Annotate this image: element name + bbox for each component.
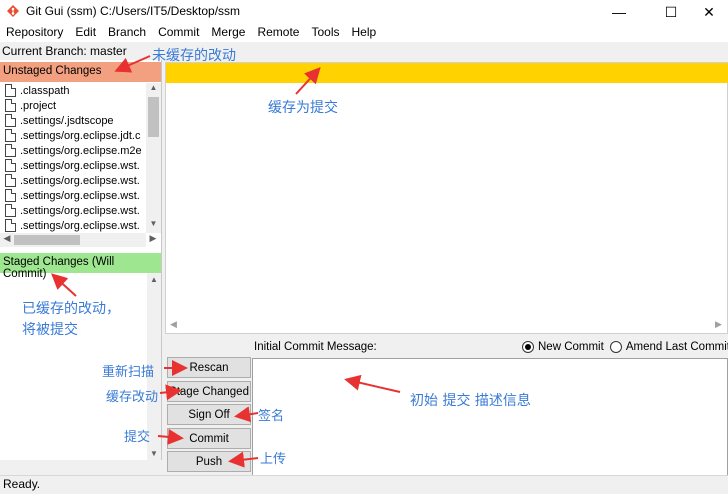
file-icon[interactable] xyxy=(5,99,16,112)
scroll-up-arrow-icon[interactable]: ▲ xyxy=(147,275,161,284)
scroll-down-arrow-icon[interactable]: ▼ xyxy=(147,449,161,458)
file-icon[interactable] xyxy=(5,144,16,157)
unstaged-vertical-scrollbar[interactable]: ▲ ▼ xyxy=(146,83,161,233)
close-button[interactable]: ✕ xyxy=(686,0,728,24)
file-name: .settings/org.eclipse.m2e xyxy=(20,144,142,157)
scroll-left-arrow-icon[interactable]: ◀ xyxy=(170,319,177,330)
file-name: .classpath xyxy=(20,84,70,97)
menu-merge[interactable]: Merge xyxy=(205,24,251,42)
commit-message-label: Initial Commit Message: xyxy=(254,341,377,353)
diff-header-bar xyxy=(166,63,728,83)
amend-last-commit-label[interactable]: Amend Last Commit xyxy=(626,341,728,353)
annotation-message: 初始 提交 描述信息 xyxy=(410,393,531,409)
file-icon[interactable] xyxy=(5,189,16,202)
file-name: .project xyxy=(20,99,57,112)
annotation-unstaged: 未缓存的改动 xyxy=(152,48,236,64)
new-commit-radio[interactable] xyxy=(522,341,534,353)
scrollbar-thumb[interactable] xyxy=(148,97,159,137)
unstaged-file-list: .classpath .project .settings/.jsdtscope… xyxy=(2,83,146,233)
file-row[interactable]: .project xyxy=(2,98,146,113)
new-commit-label[interactable]: New Commit xyxy=(538,341,604,353)
file-icon[interactable] xyxy=(5,114,16,127)
file-row[interactable]: .settings/org.eclipse.m2e xyxy=(2,143,146,158)
scroll-up-arrow-icon[interactable]: ▲ xyxy=(146,83,161,97)
unstaged-changes-header: Unstaged Changes xyxy=(0,62,161,82)
annotation-rescan: 重新扫描 xyxy=(102,365,155,380)
annotation-diff: 缓存为提交 xyxy=(268,100,338,116)
commit-message-input[interactable] xyxy=(252,358,728,476)
scrollbar-thumb[interactable] xyxy=(14,235,80,245)
diff-horizontal-scrollbar[interactable]: ◀ ▶ xyxy=(165,319,728,333)
file-name: .settings/org.eclipse.jdt.c xyxy=(20,129,141,142)
file-name: .settings/org.eclipse.wst. xyxy=(20,204,140,217)
sign-off-button[interactable]: Sign Off xyxy=(167,404,251,425)
amend-last-commit-radio[interactable] xyxy=(609,341,622,353)
file-row[interactable]: .settings/org.eclipse.wst. xyxy=(2,158,146,173)
menu-remote[interactable]: Remote xyxy=(251,24,305,42)
status-divider xyxy=(0,475,728,476)
menu-commit[interactable]: Commit xyxy=(152,24,205,42)
scroll-left-arrow-icon[interactable]: ◀ xyxy=(0,233,14,247)
staged-changes-header: Staged Changes (Will Commit) xyxy=(0,253,161,280)
annotation-staged-line2: 将被提交 xyxy=(22,322,78,338)
file-name: .settings/org.eclipse.wst. xyxy=(20,189,140,202)
menu-help[interactable]: Help xyxy=(345,24,382,42)
annotation-stage-changed: 缓存改动 xyxy=(106,390,159,405)
minimize-button[interactable]: — xyxy=(596,0,642,24)
file-row[interactable]: .settings/org.eclipse.wst. xyxy=(2,218,146,233)
file-icon[interactable] xyxy=(5,204,16,217)
status-bar-text: Ready. xyxy=(3,477,41,491)
git-gui-app-icon xyxy=(7,5,19,17)
file-row[interactable]: .settings/org.eclipse.wst. xyxy=(2,203,146,218)
scroll-right-arrow-icon[interactable]: ▶ xyxy=(715,319,722,330)
file-row[interactable]: .settings/.jsdtscope xyxy=(2,113,146,128)
annotation-sign-off: 签名 xyxy=(258,409,285,424)
commit-button[interactable]: Commit xyxy=(167,428,251,449)
menu-repository[interactable]: Repository xyxy=(0,24,69,42)
file-name: .settings/org.eclipse.wst. xyxy=(20,159,140,172)
stage-changed-button[interactable]: Stage Changed xyxy=(167,381,251,402)
unstaged-horizontal-scrollbar[interactable]: ◀ ▶ xyxy=(0,233,156,247)
annotation-commit: 提交 xyxy=(124,430,151,445)
window-title: Git Gui (ssm) C:/Users/IT5/Desktop/ssm xyxy=(26,4,241,18)
menu-edit[interactable]: Edit xyxy=(69,24,102,42)
menu-tools[interactable]: Tools xyxy=(305,24,345,42)
file-icon[interactable] xyxy=(5,174,16,187)
file-row[interactable]: .settings/org.eclipse.jdt.c xyxy=(2,128,146,143)
diff-viewer[interactable] xyxy=(165,62,728,334)
file-row[interactable]: .settings/org.eclipse.wst. xyxy=(2,188,146,203)
file-row[interactable]: .classpath xyxy=(2,83,146,98)
file-icon[interactable] xyxy=(5,129,16,142)
current-branch-label: Current Branch: master xyxy=(2,44,127,58)
title-bar: Git Gui (ssm) C:/Users/IT5/Desktop/ssm —… xyxy=(0,0,728,24)
file-name: .settings/org.eclipse.wst. xyxy=(20,174,140,187)
push-button[interactable]: Push xyxy=(167,451,251,472)
file-name: .settings/.jsdtscope xyxy=(20,114,114,127)
file-row[interactable]: .settings/org.eclipse.wst. xyxy=(2,173,146,188)
file-icon[interactable] xyxy=(5,84,16,97)
scroll-right-arrow-icon[interactable]: ▶ xyxy=(146,233,160,247)
annotation-staged-line1: 已缓存的改动， xyxy=(22,301,120,317)
annotation-push: 上传 xyxy=(260,452,287,467)
file-name: .settings/org.eclipse.wst. xyxy=(20,219,140,232)
rescan-button[interactable]: Rescan xyxy=(167,357,251,378)
commit-mode-radio-group: New Commit Amend Last Commit xyxy=(522,341,728,353)
menu-branch[interactable]: Branch xyxy=(102,24,152,42)
file-icon[interactable] xyxy=(5,159,16,172)
file-icon[interactable] xyxy=(5,219,16,232)
scroll-down-arrow-icon[interactable]: ▼ xyxy=(146,219,161,233)
menu-bar: Repository Edit Branch Commit Merge Remo… xyxy=(0,24,728,42)
